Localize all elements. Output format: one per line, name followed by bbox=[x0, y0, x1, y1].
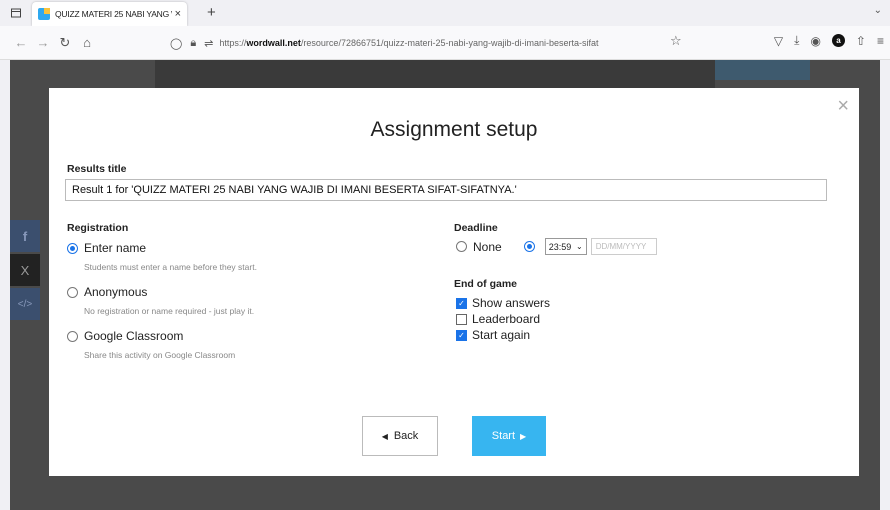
deadline-none-label: None bbox=[473, 239, 502, 254]
chevron-down-icon: ⌄ bbox=[575, 242, 583, 251]
tab-title: QUIZZ MATERI 25 NABI YANG W bbox=[55, 9, 172, 19]
checkbox-label: Show answers bbox=[472, 296, 551, 310]
permissions-icon[interactable]: ⇌ bbox=[204, 37, 213, 50]
checkbox-empty[interactable] bbox=[456, 313, 467, 325]
radio-anonymous[interactable]: Anonymous bbox=[67, 285, 147, 299]
tab-list-icon[interactable] bbox=[6, 3, 26, 23]
close-icon[interactable]: × bbox=[837, 96, 849, 116]
checkbox-label: Leaderboard bbox=[472, 312, 541, 326]
share-icon[interactable]: ⇧ bbox=[856, 34, 866, 48]
pocket-icon[interactable]: ▽ bbox=[774, 34, 783, 48]
lock-icon[interactable]: 🔒︎ bbox=[190, 37, 196, 50]
checkmark-icon[interactable]: ✓ bbox=[456, 329, 467, 341]
embed-icon[interactable]: </> bbox=[10, 288, 40, 320]
radio-label: Anonymous bbox=[84, 285, 148, 299]
account-icon[interactable]: a bbox=[831, 34, 845, 47]
checkbox-leaderboard[interactable]: Leaderboard bbox=[456, 312, 540, 326]
radio-button[interactable] bbox=[67, 286, 78, 298]
radio-button[interactable] bbox=[67, 330, 78, 342]
radio-label: Google Classroom bbox=[84, 329, 184, 343]
forward-arrow-icon[interactable]: → bbox=[32, 32, 54, 54]
end-of-game-label: End of game bbox=[454, 278, 518, 290]
hamburger-menu-icon[interactable]: ≡ bbox=[877, 34, 884, 48]
wordwall-favicon-icon bbox=[38, 8, 50, 20]
checkbox-label: Start again bbox=[472, 328, 531, 342]
activity-thumbnail bbox=[715, 60, 810, 80]
caret-left-icon: ◀ bbox=[381, 431, 388, 441]
new-tab-icon[interactable]: + bbox=[207, 4, 216, 21]
x-share-icon[interactable]: X bbox=[10, 254, 40, 286]
hint-text: Share this activity on Google Classroom bbox=[84, 350, 236, 360]
checkmark-icon[interactable]: ✓ bbox=[456, 297, 467, 309]
download-icon[interactable]: ⤓ bbox=[794, 33, 799, 48]
extension-icon[interactable]: ◉ bbox=[810, 34, 820, 48]
assignment-setup-dialog: × Assignment setup Results title Registr… bbox=[49, 88, 859, 476]
results-title-input[interactable] bbox=[65, 179, 827, 201]
navigation-toolbar: ← → ↻ ⌂ ◯ 🔒︎ ⇌ https://wordwall.net/reso… bbox=[0, 26, 890, 60]
start-button[interactable]: Start ▶ bbox=[472, 416, 546, 456]
dialog-title: Assignment setup bbox=[370, 118, 538, 141]
registration-label: Registration bbox=[67, 222, 129, 234]
radio-button[interactable] bbox=[67, 242, 78, 254]
url-bar[interactable]: ◯ 🔒︎ ⇌ https://wordwall.net/resource/728… bbox=[170, 32, 690, 54]
facebook-share-icon[interactable]: f bbox=[10, 220, 40, 252]
hint-text: No registration or name required - just … bbox=[84, 306, 255, 316]
home-icon[interactable]: ⌂ bbox=[76, 32, 98, 54]
deadline-label: Deadline bbox=[454, 222, 498, 234]
caret-right-icon: ▶ bbox=[520, 431, 527, 441]
deadline-options: None 23:59 ⌄ DD/MM/YYYY bbox=[456, 238, 657, 255]
checkbox-start-again[interactable]: ✓ Start again bbox=[456, 328, 530, 342]
reload-icon[interactable]: ↻ bbox=[54, 32, 76, 54]
checkbox-show-answers[interactable]: ✓ Show answers bbox=[456, 296, 550, 310]
url-text: https://wordwall.net/resource/72866751/q… bbox=[219, 38, 599, 48]
radio-label: Enter name bbox=[84, 241, 147, 255]
deadline-date-radio[interactable] bbox=[523, 241, 535, 252]
bookmark-star-icon[interactable]: ☆ bbox=[670, 33, 682, 49]
list-all-tabs-icon[interactable]: ⌄ bbox=[874, 5, 882, 16]
deadline-time-select[interactable]: 23:59 ⌄ bbox=[544, 238, 587, 255]
tab-close-icon[interactable]: × bbox=[175, 8, 181, 20]
shield-icon[interactable]: ◯ bbox=[170, 37, 182, 50]
radio-enter-name[interactable]: Enter name bbox=[67, 241, 146, 255]
results-title-label: Results title bbox=[67, 163, 127, 175]
deadline-date-input[interactable]: DD/MM/YYYY bbox=[590, 238, 657, 255]
back-button[interactable]: ◀ Back bbox=[362, 416, 438, 456]
radio-google-classroom[interactable]: Google Classroom bbox=[67, 329, 183, 343]
hint-text: Students must enter a name before they s… bbox=[84, 262, 257, 272]
back-arrow-icon[interactable]: ← bbox=[10, 32, 32, 54]
deadline-none-radio[interactable] bbox=[456, 241, 467, 252]
tab-bar: QUIZZ MATERI 25 NABI YANG W × + ⌄ bbox=[0, 0, 890, 26]
browser-tab-active[interactable]: QUIZZ MATERI 25 NABI YANG W × bbox=[32, 2, 187, 26]
